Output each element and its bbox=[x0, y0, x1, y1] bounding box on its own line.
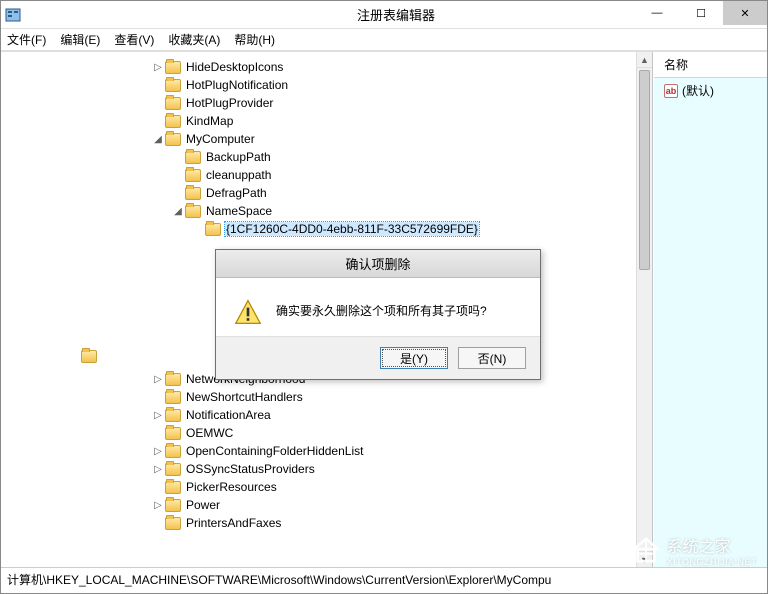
tree-node[interactable]: PickerResources bbox=[1, 478, 652, 496]
tree-node-label[interactable]: HotPlugProvider bbox=[185, 96, 274, 110]
tree-node-label[interactable]: PrintersAndFaxes bbox=[185, 516, 282, 530]
menu-file[interactable]: 文件(F) bbox=[7, 31, 46, 48]
dialog-buttons: 是(Y) 否(N) bbox=[216, 336, 540, 379]
collapse-icon[interactable]: ◢ bbox=[151, 134, 165, 145]
confirm-delete-dialog: 确认项删除 确实要永久删除这个项和所有其子项吗? 是(Y) 否(N) bbox=[215, 249, 541, 380]
folder-icon bbox=[165, 427, 181, 440]
menu-edit[interactable]: 编辑(E) bbox=[60, 31, 100, 48]
tree-node[interactable]: HotPlugProvider bbox=[1, 94, 652, 112]
folder-icon bbox=[165, 79, 181, 92]
expand-icon[interactable]: ▷ bbox=[151, 446, 165, 457]
tree-node[interactable]: NewShortcutHandlers bbox=[1, 388, 652, 406]
folder-icon bbox=[165, 373, 181, 386]
dialog-message: 确实要永久删除这个项和所有其子项吗? bbox=[276, 298, 487, 319]
tree-node[interactable]: ◢ MyComputer bbox=[1, 130, 652, 148]
folder-icon bbox=[165, 463, 181, 476]
tree-node-label[interactable]: MyComputer bbox=[185, 132, 256, 146]
expand-icon[interactable]: ▷ bbox=[151, 464, 165, 475]
folder-icon bbox=[185, 205, 201, 218]
tree-node-label[interactable]: cleanuppath bbox=[205, 168, 272, 182]
warning-icon bbox=[234, 298, 262, 326]
scroll-up-arrow[interactable]: ▲ bbox=[637, 52, 652, 68]
tree-node[interactable]: ◢ NameSpace bbox=[1, 202, 652, 220]
expand-icon[interactable]: ▷ bbox=[151, 500, 165, 511]
tree-node-label[interactable]: NameSpace bbox=[205, 204, 273, 218]
tree-node[interactable]: HotPlugNotification bbox=[1, 76, 652, 94]
tree-node-label[interactable]: BackupPath bbox=[205, 150, 272, 164]
menu-favorites[interactable]: 收藏夹(A) bbox=[168, 31, 220, 48]
tree-node-label[interactable]: HideDesktopIcons bbox=[185, 60, 284, 74]
yes-button[interactable]: 是(Y) bbox=[380, 347, 448, 369]
folder-icon bbox=[165, 499, 181, 512]
tree-node-label[interactable]: KindMap bbox=[185, 114, 234, 128]
tree-node-label[interactable]: NotificationArea bbox=[185, 408, 272, 422]
tree-node[interactable]: ▷ OpenContainingFolderHiddenList bbox=[1, 442, 652, 460]
tree-node-label[interactable]: NewShortcutHandlers bbox=[185, 390, 304, 404]
folder-icon bbox=[165, 517, 181, 530]
tree-node-label[interactable]: OSSyncStatusProviders bbox=[185, 462, 316, 476]
tree-node[interactable]: KindMap bbox=[1, 112, 652, 130]
tree-node[interactable]: cleanuppath bbox=[1, 166, 652, 184]
folder-icon bbox=[185, 169, 201, 182]
tree-node[interactable]: {1CF1260C-4DD0-4ebb-811F-33C572699FDE} bbox=[1, 220, 652, 238]
tree-node[interactable]: ▷ Power bbox=[1, 496, 652, 514]
folder-icon bbox=[165, 445, 181, 458]
folder-icon bbox=[81, 350, 97, 363]
collapse-icon[interactable]: ◢ bbox=[171, 206, 185, 217]
folder-icon bbox=[165, 61, 181, 74]
tree-node-label[interactable]: DefragPath bbox=[205, 186, 268, 200]
tree-node-label[interactable]: OpenContainingFolderHiddenList bbox=[185, 444, 364, 458]
maximize-button[interactable]: ☐ bbox=[679, 1, 723, 25]
folder-icon bbox=[165, 97, 181, 110]
menu-help[interactable]: 帮助(H) bbox=[234, 31, 275, 48]
tree-scrollbar[interactable]: ▲ ▼ bbox=[636, 52, 652, 567]
window-controls: — ☐ ✕ bbox=[635, 1, 767, 593]
tree-node-label[interactable]: {1CF1260C-4DD0-4ebb-811F-33C572699FDE} bbox=[225, 222, 479, 236]
menu-view[interactable]: 查看(V) bbox=[114, 31, 154, 48]
folder-icon bbox=[185, 151, 201, 164]
folder-icon bbox=[165, 115, 181, 128]
folder-icon bbox=[165, 481, 181, 494]
minimize-button[interactable]: — bbox=[635, 1, 679, 25]
expand-icon[interactable]: ▷ bbox=[151, 62, 165, 73]
tree-node-label[interactable]: OEMWC bbox=[185, 426, 234, 440]
folder-icon bbox=[185, 187, 201, 200]
regedit-icon bbox=[5, 7, 21, 23]
close-button[interactable]: ✕ bbox=[723, 1, 767, 25]
tree-node[interactable]: ▷ HideDesktopIcons bbox=[1, 58, 652, 76]
tree-node-label[interactable]: PickerResources bbox=[185, 480, 278, 494]
expand-icon[interactable]: ▷ bbox=[151, 410, 165, 421]
tree-node-label[interactable]: Power bbox=[185, 498, 221, 512]
folder-icon bbox=[205, 223, 221, 236]
tree-node[interactable]: DefragPath bbox=[1, 184, 652, 202]
no-button[interactable]: 否(N) bbox=[458, 347, 526, 369]
tree-node[interactable]: BackupPath bbox=[1, 148, 652, 166]
tree-node[interactable]: ▷ OSSyncStatusProviders bbox=[1, 460, 652, 478]
scroll-down-arrow[interactable]: ▼ bbox=[637, 551, 652, 567]
dialog-title: 确认项删除 bbox=[216, 250, 540, 278]
tree-node[interactable]: ▷ NotificationArea bbox=[1, 406, 652, 424]
tree-node-label[interactable]: HotPlugNotification bbox=[185, 78, 289, 92]
titlebar: 注册表编辑器 — ☐ ✕ bbox=[1, 1, 767, 29]
folder-icon bbox=[165, 391, 181, 404]
tree-node[interactable]: OEMWC bbox=[1, 424, 652, 442]
expand-icon[interactable]: ▷ bbox=[151, 374, 165, 385]
folder-icon bbox=[165, 409, 181, 422]
scroll-thumb[interactable] bbox=[639, 70, 650, 270]
tree-node[interactable]: PrintersAndFaxes bbox=[1, 514, 652, 532]
folder-icon bbox=[165, 133, 181, 146]
